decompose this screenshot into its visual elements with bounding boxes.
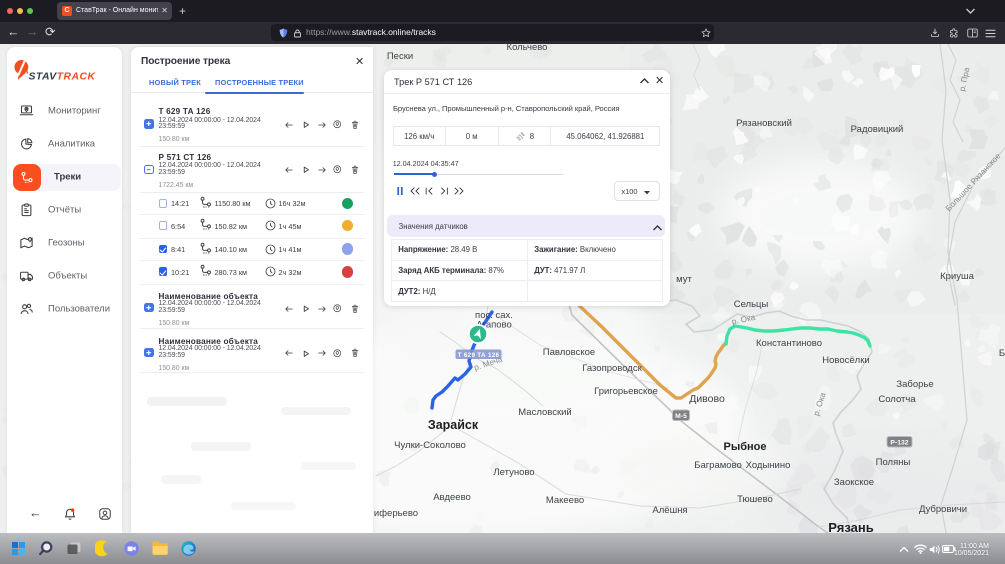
svg-text:Чулки-Соколово: Чулки-Соколово [394,440,466,451]
svg-text:Солотча: Солотча [878,394,916,405]
svg-text:М-5: М-5 [675,413,687,420]
svg-text:мут: мут [676,274,692,285]
svg-text:Б: Б [999,348,1005,359]
svg-text:Радовицкий: Радовицкий [851,124,904,135]
svg-text:Тюшево: Тюшево [737,494,773,505]
svg-text:Заборье: Заборье [896,379,933,390]
svg-text:Масловский: Масловский [518,407,571,418]
svg-text:Летуново: Летуново [493,467,534,478]
svg-text:Новосёлки: Новосёлки [822,355,869,366]
svg-text:STAVTRACK: STAVTRACK [29,72,97,83]
svg-text:Павловское: Павловское [543,347,595,358]
svg-text:Дивово: Дивово [689,393,725,405]
svg-text:Поляны: Поляны [876,457,911,468]
svg-text:Кольчево: Кольчево [507,44,548,53]
svg-text:Пески: Пески [387,51,413,62]
svg-text:Криуша: Криуша [940,271,974,282]
svg-text:Сельцы: Сельцы [734,299,769,310]
svg-text:Алёшня: Алёшня [652,505,687,516]
svg-text:Дубровичи: Дубровичи [919,504,967,515]
svg-text:Зарайск: Зарайск [428,418,479,432]
svg-text:Газопроводск: Газопроводск [582,363,642,374]
svg-text:Баграмово: Баграмово [694,460,742,471]
svg-text:Григорьевское: Григорьевское [594,386,658,397]
svg-text:Р-132: Р-132 [890,440,908,447]
svg-text:Авдеево: Авдеево [433,492,471,503]
svg-text:Заокское: Заокское [834,477,874,488]
svg-text:иферьево: иферьево [374,508,418,519]
svg-text:Рязановский: Рязановский [736,118,792,129]
svg-text:Макеево: Макеево [546,495,584,506]
svg-text:Рыбное: Рыбное [723,441,766,453]
svg-text:Рязань: Рязань [828,520,873,533]
svg-text:Ходынино: Ходынино [746,460,791,471]
svg-text:Константиново: Константиново [756,338,822,349]
